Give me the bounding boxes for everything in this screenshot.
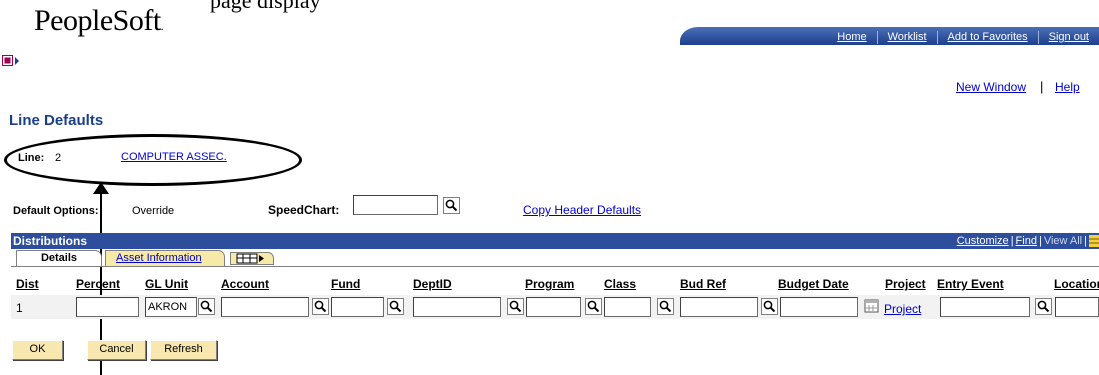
copy-header-defaults-link[interactable]: Copy Header Defaults <box>523 203 641 217</box>
entry-event-input[interactable] <box>940 297 1030 317</box>
menu-toggle-icon[interactable] <box>2 55 20 67</box>
program-lookup-icon[interactable] <box>585 298 602 315</box>
help-link[interactable]: Help <box>1055 80 1080 94</box>
grid-tools-sep: | <box>1038 235 1042 247</box>
logo-text: PeopleSoft <box>34 4 161 37</box>
col-project[interactable]: Project <box>885 277 926 291</box>
location-input[interactable] <box>1055 297 1099 317</box>
account-lookup-icon[interactable] <box>312 298 329 315</box>
tab-asset-information[interactable]: Asset Information <box>105 250 225 267</box>
col-account[interactable]: Account <box>221 277 269 291</box>
fund-input[interactable] <box>331 297 384 317</box>
col-program[interactable]: Program <box>525 277 574 291</box>
row-dist-value: 1 <box>16 301 23 315</box>
grid-toolbar: Customize | Find | View All | <box>957 235 1089 247</box>
toplinks-separator: | <box>1040 79 1044 94</box>
annotation-ellipse <box>4 134 302 186</box>
gl-unit-input[interactable] <box>145 297 197 317</box>
bud-ref-input[interactable] <box>680 297 758 317</box>
class-input[interactable] <box>604 297 651 317</box>
nav-worklist-link[interactable]: Worklist <box>876 31 937 44</box>
ok-button[interactable]: OK <box>12 340 63 360</box>
logo-mark: . <box>160 19 164 33</box>
deptid-input[interactable] <box>413 297 501 317</box>
bud-ref-lookup-icon[interactable] <box>761 298 778 315</box>
fund-lookup-icon[interactable] <box>387 298 404 315</box>
col-location[interactable]: Location <box>1054 277 1099 291</box>
find-link[interactable]: Find <box>1016 235 1037 247</box>
grid-title: Distributions <box>13 234 87 248</box>
col-percent[interactable]: Percent <box>76 277 120 291</box>
speedchart-input[interactable] <box>353 195 438 215</box>
gl-unit-lookup-icon[interactable] <box>198 298 215 315</box>
col-budget-date[interactable]: Budget Date <box>778 277 849 291</box>
peoplesoft-logo: PeopleSoft. <box>34 4 164 38</box>
customize-link[interactable]: Customize <box>957 235 1009 247</box>
col-deptid[interactable]: DeptID <box>413 277 452 291</box>
col-class[interactable]: Class <box>604 277 636 291</box>
entry-event-lookup-icon[interactable] <box>1035 298 1052 315</box>
speedchart-label: SpeedChart: <box>268 203 340 217</box>
program-input[interactable] <box>526 297 581 317</box>
class-lookup-icon[interactable] <box>657 298 674 315</box>
col-entry-event[interactable]: Entry Event <box>937 277 1004 291</box>
account-input[interactable] <box>221 297 309 317</box>
tab-details[interactable]: Details <box>16 250 102 267</box>
deptid-lookup-icon[interactable] <box>507 298 524 315</box>
show-all-columns-icon[interactable] <box>230 252 274 265</box>
annotation-arrowhead <box>93 182 109 194</box>
refresh-button[interactable]: Refresh <box>150 340 217 360</box>
cancel-button[interactable]: Cancel <box>87 340 146 360</box>
calendar-icon[interactable] <box>864 298 880 314</box>
distributions-grid-header: Distributions Customize | Find | View All | <box>11 233 1099 249</box>
view-all-link[interactable]: View All <box>1044 235 1082 247</box>
grid-settings-icon[interactable] <box>1089 235 1099 247</box>
default-options-value: Override <box>132 205 175 217</box>
percent-input[interactable] <box>76 297 139 317</box>
page-title: Line Defaults <box>9 112 104 129</box>
col-fund[interactable]: Fund <box>331 277 360 291</box>
speedchart-lookup-icon[interactable] <box>443 197 460 214</box>
project-link[interactable]: Project <box>884 302 921 316</box>
grid-tools-sep: | <box>1084 235 1087 247</box>
cropped-caption-text: page display <box>210 0 321 13</box>
nav-signout-link[interactable]: Sign out <box>1037 31 1099 44</box>
budget-date-input[interactable] <box>780 297 858 317</box>
tab-baseline <box>11 266 1099 267</box>
col-bud-ref[interactable]: Bud Ref <box>680 277 726 291</box>
default-options-label: Default Options: <box>13 205 99 217</box>
nav-home-link[interactable]: Home <box>827 31 876 44</box>
col-gl-unit[interactable]: GL Unit <box>145 277 188 291</box>
grid-tools-sep: | <box>1010 235 1014 247</box>
nav-add-favorites-link[interactable]: Add to Favorites <box>936 31 1038 44</box>
universal-nav-bar: Home Worklist Add to Favorites Sign out <box>680 27 1099 45</box>
col-dist[interactable]: Dist <box>16 277 39 291</box>
new-window-link[interactable]: New Window <box>956 80 1026 94</box>
